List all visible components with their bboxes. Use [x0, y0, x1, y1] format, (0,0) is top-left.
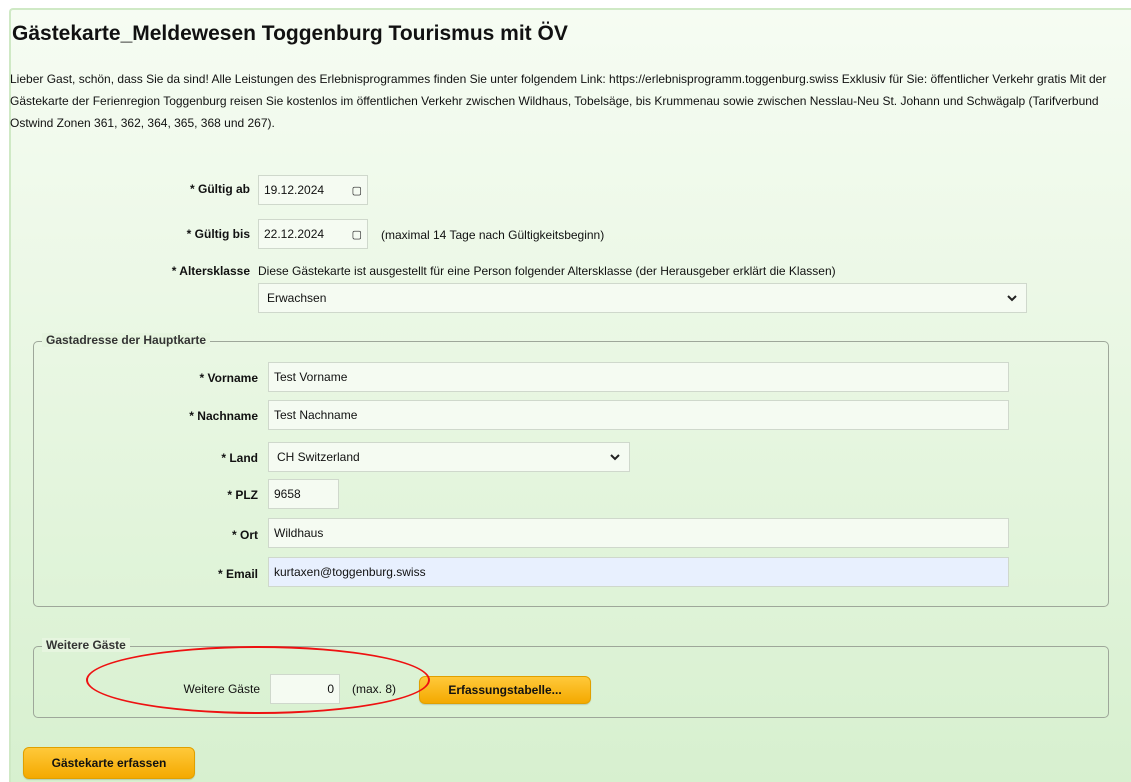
email-input[interactable]: kurtaxen@toggenburg.swiss: [268, 557, 1009, 587]
calendar-icon[interactable]: ▢: [352, 184, 362, 197]
country-select[interactable]: CH Switzerland: [268, 442, 630, 472]
address-legend: Gastadresse der Hauptkarte: [42, 333, 211, 347]
lastname-value: Test Nachname: [274, 408, 358, 422]
submit-guest-card-button[interactable]: Gästekarte erfassen: [23, 747, 195, 779]
email-label: * Email: [217, 567, 258, 581]
entry-table-button[interactable]: Erfassungstabelle...: [419, 676, 591, 704]
guests-legend: Weitere Gäste: [42, 638, 130, 652]
zip-value: 9658: [274, 487, 301, 501]
lastname-label: * Nachname: [189, 409, 258, 423]
firstname-label: * Vorname: [199, 371, 258, 385]
page-title: Gästekarte_Meldewesen Toggenburg Tourism…: [12, 22, 568, 45]
valid-to-input[interactable]: 22.12.2024 ▢: [258, 219, 368, 249]
chevron-down-icon: [610, 454, 620, 461]
highlight-ellipse: [86, 646, 430, 714]
firstname-value: Test Vorname: [274, 370, 348, 384]
country-label: * Land: [221, 451, 258, 465]
valid-from-label: * Gültig ab: [190, 182, 250, 196]
zip-label: * PLZ: [227, 488, 258, 502]
lastname-input[interactable]: Test Nachname: [268, 400, 1009, 430]
age-class-label: * Altersklasse: [171, 264, 250, 278]
calendar-icon[interactable]: ▢: [352, 228, 362, 241]
city-label: * Ort: [231, 528, 258, 542]
age-class-value: Erwachsen: [267, 291, 327, 305]
valid-to-value: 22.12.2024: [264, 227, 325, 241]
firstname-input[interactable]: Test Vorname: [268, 362, 1009, 392]
city-value: Wildhaus: [274, 526, 324, 540]
valid-to-label: * Gültig bis: [186, 227, 250, 241]
intro-text: Lieber Gast, schön, dass Sie da sind! Al…: [10, 72, 1107, 130]
email-value: kurtaxen@toggenburg.swiss: [274, 565, 426, 579]
valid-from-value: 19.12.2024: [264, 183, 325, 197]
chevron-down-icon: [1007, 295, 1017, 302]
zip-input[interactable]: 9658: [268, 479, 339, 509]
valid-to-note: (maximal 14 Tage nach Gültigkeitsbeginn): [381, 228, 605, 242]
age-class-select[interactable]: Erwachsen: [258, 283, 1027, 313]
valid-from-input[interactable]: 19.12.2024 ▢: [258, 175, 368, 205]
city-input[interactable]: Wildhaus: [268, 518, 1009, 548]
country-value: CH Switzerland: [277, 450, 360, 464]
age-class-description: Diese Gästekarte ist ausgestellt für ein…: [258, 264, 836, 278]
